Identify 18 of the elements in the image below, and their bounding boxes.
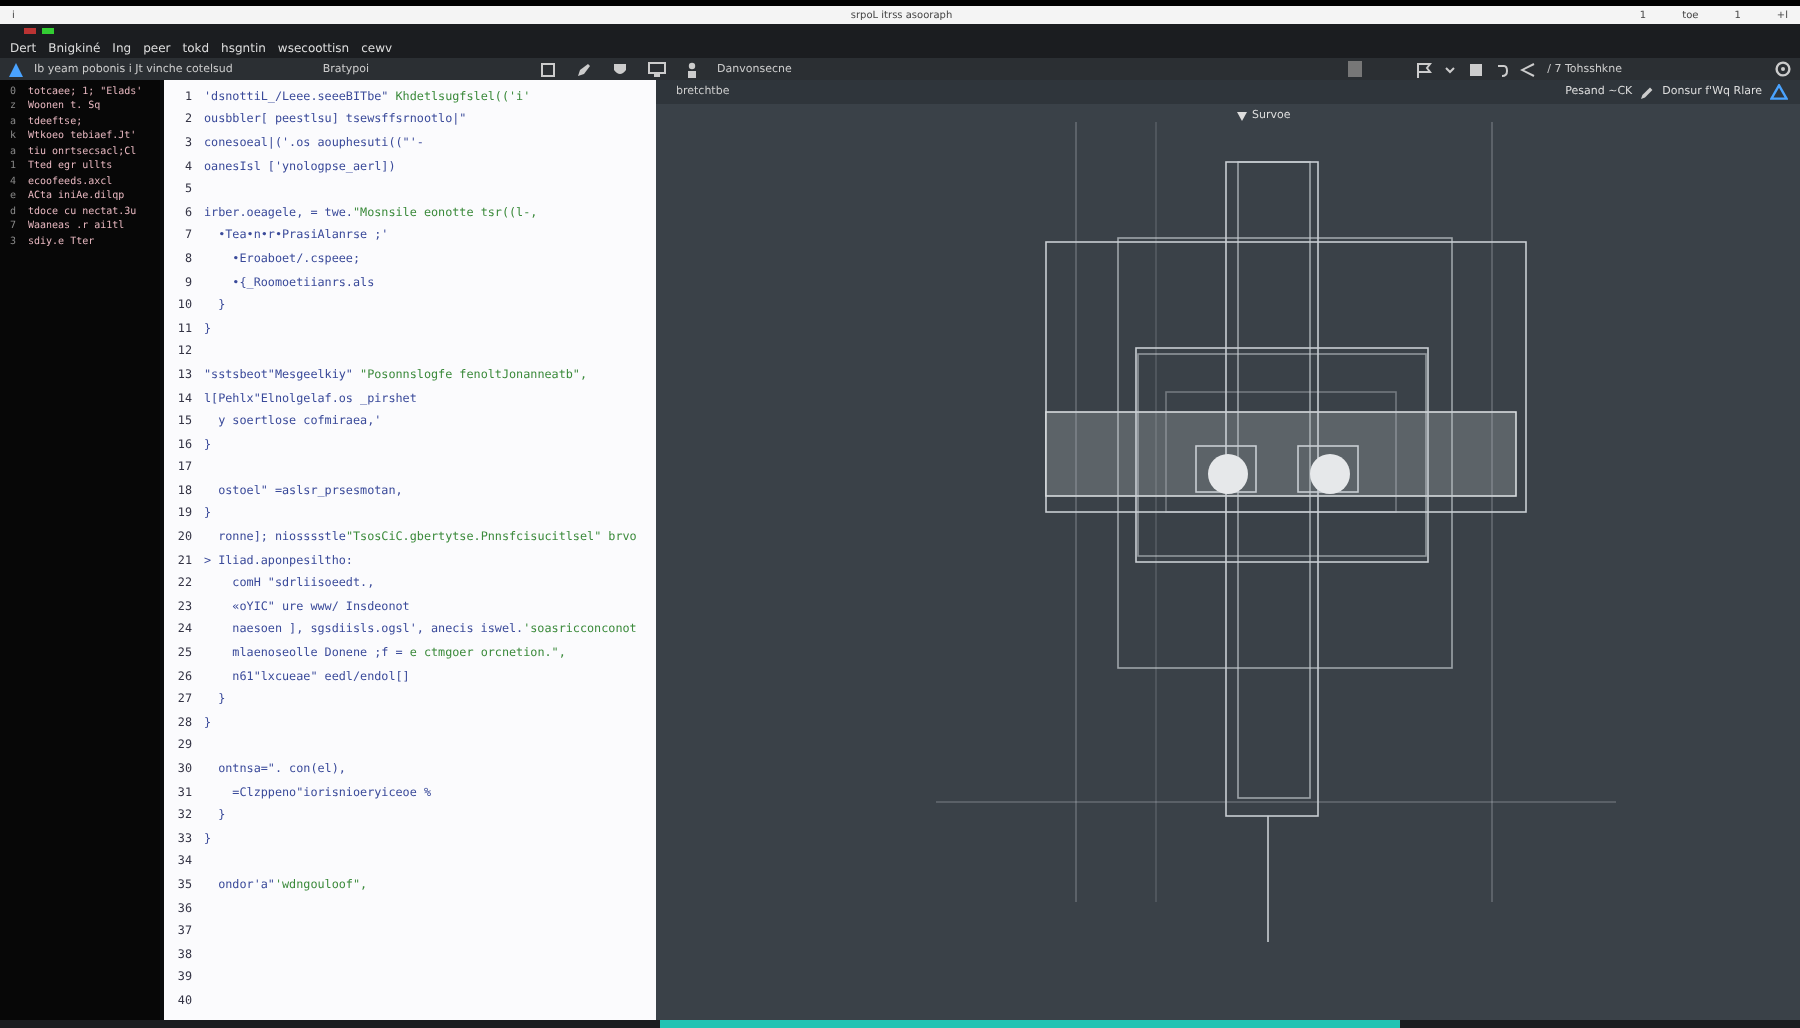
- status-light-icon: [42, 28, 54, 34]
- wireframe-drawing[interactable]: [935, 122, 1617, 943]
- flag-icon[interactable]: [1415, 61, 1432, 77]
- monitor-icon[interactable]: [647, 61, 666, 77]
- triangle-icon[interactable]: [8, 61, 24, 77]
- status-light-icon: [24, 28, 36, 34]
- pencil-icon[interactable]: [1640, 85, 1655, 99]
- share-icon[interactable]: [1519, 61, 1536, 77]
- document-icon[interactable]: [1345, 60, 1364, 78]
- person-icon[interactable]: [685, 61, 698, 77]
- caret-icon[interactable]: [1443, 61, 1456, 77]
- warning-icon[interactable]: [1770, 84, 1788, 100]
- shield-icon[interactable]: [611, 61, 628, 77]
- settings-icon[interactable]: [1774, 60, 1792, 78]
- square-icon[interactable]: [539, 61, 556, 77]
- pin-icon: [1236, 110, 1248, 122]
- undo-icon[interactable]: [1495, 61, 1508, 77]
- square-icon[interactable]: [1467, 61, 1484, 77]
